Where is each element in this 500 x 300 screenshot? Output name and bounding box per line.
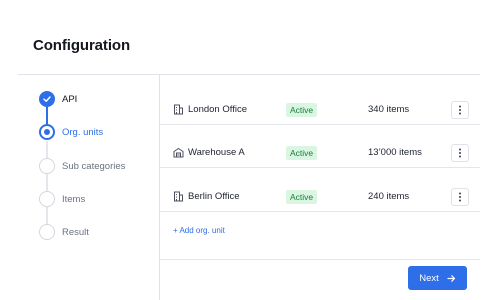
table-row: Warehouse A Active 13’000 items [160, 125, 480, 168]
next-button[interactable]: Next [408, 266, 467, 290]
unit-name: Warehouse A [188, 147, 245, 158]
step-label: Result [62, 226, 89, 238]
stepper: API Org. units Sub categories Items Resu… [18, 75, 160, 300]
next-button-label: Next [419, 272, 439, 284]
step-label: API [62, 93, 78, 105]
arrow-right-icon [447, 274, 456, 283]
add-org-unit-link[interactable]: + Add org. unit [173, 226, 225, 235]
upcoming-step-icon [39, 191, 55, 207]
configuration-page: Configuration API Org. units Sub categor… [0, 0, 500, 300]
step-label: Sub categories [62, 160, 126, 172]
more-vertical-icon [459, 148, 461, 158]
org-units-list: London Office Active 340 items Warehouse… [160, 75, 480, 300]
item-count: 240 items [368, 191, 410, 202]
step-items[interactable]: Items [39, 191, 159, 207]
more-options-button[interactable] [451, 144, 469, 162]
upcoming-step-icon [39, 158, 55, 174]
step-sub-categories[interactable]: Sub categories [39, 158, 159, 174]
unit-name: Berlin Office [188, 191, 240, 202]
unit-name: London Office [188, 104, 247, 115]
current-step-icon [39, 124, 55, 140]
upcoming-step-icon [39, 224, 55, 240]
status-badge: Active [286, 146, 318, 160]
status-badge: Active [286, 103, 318, 117]
item-count: 13’000 items [368, 147, 422, 158]
step-label: Items [62, 193, 86, 205]
item-count: 340 items [368, 104, 410, 115]
configuration-panel: API Org. units Sub categories Items Resu… [18, 74, 480, 300]
more-vertical-icon [459, 192, 461, 202]
footer: Next [160, 259, 480, 300]
check-icon [39, 91, 55, 107]
step-result[interactable]: Result [39, 224, 159, 240]
building-icon [174, 191, 183, 202]
table-row: London Office Active 340 items [160, 82, 480, 125]
warehouse-icon [173, 148, 184, 158]
step-api[interactable]: API [39, 91, 159, 107]
more-vertical-icon [459, 105, 461, 115]
building-icon [174, 104, 183, 115]
step-label: Org. units [62, 126, 104, 138]
step-org-units[interactable]: Org. units [39, 124, 159, 140]
status-badge: Active [286, 190, 318, 204]
table-row: Berlin Office Active 240 items [160, 169, 480, 212]
page-title: Configuration [33, 37, 131, 54]
more-options-button[interactable] [451, 188, 469, 206]
more-options-button[interactable] [451, 101, 469, 119]
